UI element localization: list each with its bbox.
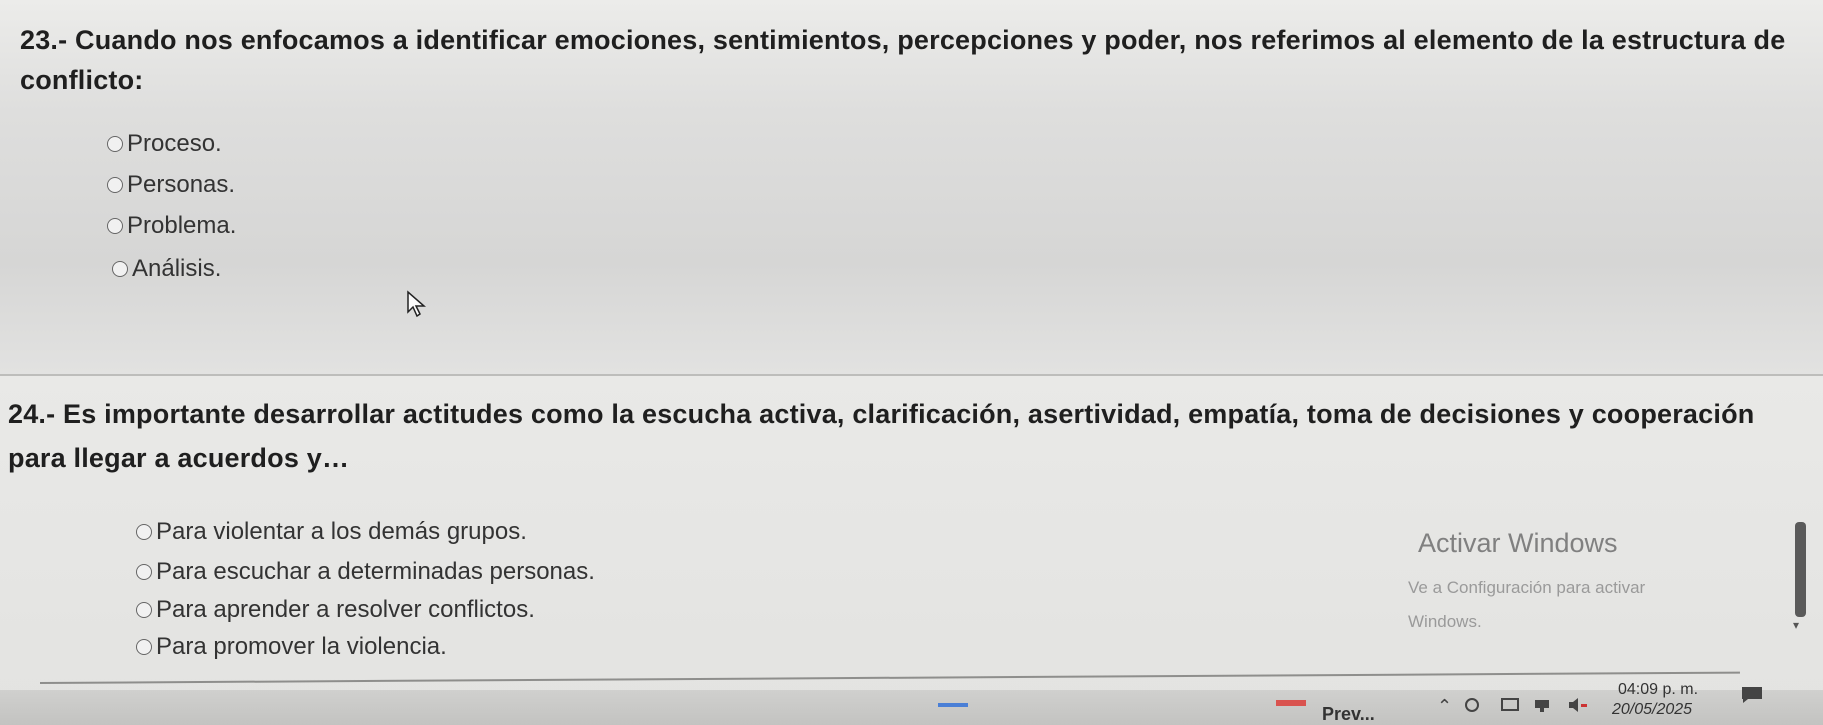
q24-option-aprender[interactable]: Para aprender a resolver conflictos. [136,596,535,624]
q23-option-problema[interactable]: Problema. [107,212,236,240]
display-icon[interactable] [1500,696,1520,719]
radio-circle-icon[interactable] [136,564,152,580]
question-24-title: 24.- Es importante desarrollar actitudes… [8,399,1755,473]
chevron-up-icon[interactable]: ⌃ [1437,696,1452,717]
q23-option-proceso[interactable]: Proceso. [107,130,222,158]
scrollbar-thumb[interactable] [1795,522,1806,617]
radio-circle-icon[interactable] [107,218,123,234]
radio-circle-icon[interactable] [136,602,152,618]
radio-circle-icon[interactable] [107,177,123,193]
option-label: Para promover la violencia. [156,633,447,660]
option-label: Para violentar a los demás grupos. [156,518,527,545]
activate-windows-title: Activar Windows [1418,528,1618,558]
radio-circle-icon[interactable] [112,261,128,277]
taskbar-prev-app[interactable]: Prev... [1322,704,1375,725]
notification-icon[interactable] [1740,685,1764,710]
q24-option-escuchar[interactable]: Para escuchar a determinadas personas. [136,558,595,586]
option-label: Proceso. [127,130,222,157]
taskbar-app-indicator[interactable] [938,703,968,707]
mouse-cursor-icon [406,290,428,323]
activate-windows-line2: Windows. [1408,612,1482,631]
radio-circle-icon[interactable] [136,524,152,540]
radio-circle-icon[interactable] [107,136,123,152]
volume-icon[interactable] [1567,696,1589,719]
q23-option-personas[interactable]: Personas. [107,171,235,199]
network-icon[interactable] [1533,696,1553,719]
option-label: Personas. [127,171,236,198]
scroll-down-icon[interactable]: ▾ [1793,618,1799,632]
clock-date[interactable]: 20/05/2025 [1612,701,1692,719]
option-label: Para escuchar a determinadas personas. [156,558,595,585]
question-23-title: 23.- Cuando nos enfocamos a identificar … [20,25,1786,95]
q24-option-promover[interactable]: Para promover la violencia. [136,633,447,661]
tray-app-icon[interactable] [1463,696,1481,719]
taskbar-app-indicator-red[interactable] [1276,700,1306,706]
option-label: Problema. [127,212,237,239]
q24-option-violentar[interactable]: Para violentar a los demás grupos. [136,518,527,546]
radio-circle-icon[interactable] [136,639,152,655]
option-label: Para aprender a resolver conflictos. [156,596,535,623]
clock-time[interactable]: 04:09 p. m. [1618,681,1698,699]
option-label: Análisis. [132,255,222,282]
q23-option-analisis[interactable]: Análisis. [112,255,221,283]
activate-windows-line1: Ve a Configuración para activar [1408,578,1646,597]
